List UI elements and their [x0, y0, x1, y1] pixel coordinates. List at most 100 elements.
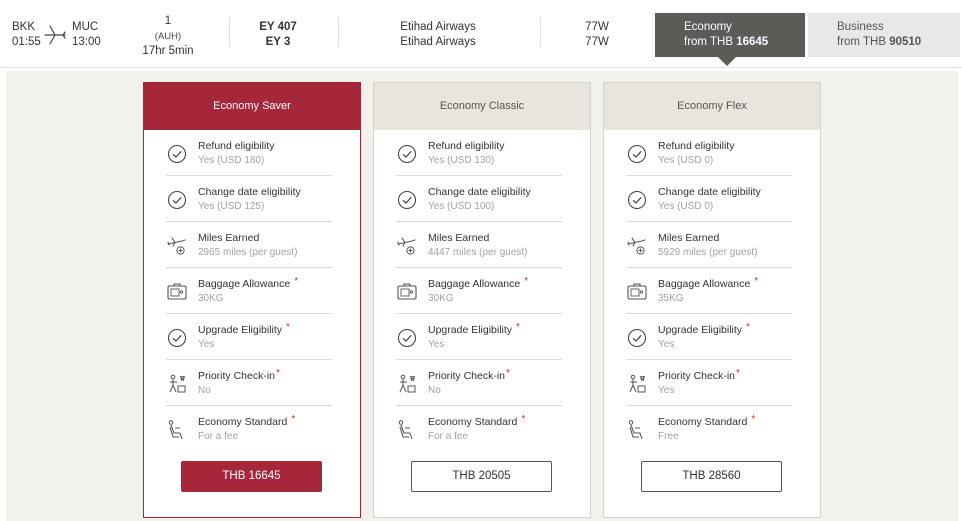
- feature-title-text: Miles Earned: [658, 232, 720, 244]
- feature-value: No: [198, 385, 211, 396]
- fare-features: Refund eligibility Yes (USD 180) Change da…: [144, 130, 360, 452]
- feature-value: 5929 miles (per guest): [658, 247, 758, 258]
- required-asterisk: *: [286, 322, 290, 333]
- feature-value: Yes (USD 0): [658, 155, 714, 166]
- feature-title: Baggage Allowance *: [658, 276, 759, 290]
- feature-value: Yes: [658, 339, 675, 350]
- required-asterisk: *: [506, 368, 510, 379]
- feature-title-text: Upgrade Eligibility: [658, 324, 743, 336]
- feature-title-text: Priority Check-in: [428, 370, 506, 382]
- feature-title: Change date eligibility: [428, 186, 531, 198]
- feature-title-text: Refund eligibility: [658, 140, 735, 152]
- required-asterisk: *: [521, 414, 526, 425]
- check-circle-icon: [626, 143, 648, 165]
- feature-title: Refund eligibility: [198, 140, 274, 152]
- feature-title: Miles Earned: [428, 232, 489, 244]
- flight-numbers: EY 407 EY 3: [240, 20, 316, 50]
- plane-icon: [44, 25, 66, 45]
- flight-number: EY 3: [265, 36, 291, 48]
- cabin-price: 16645: [736, 36, 769, 48]
- check-circle-icon: [396, 143, 418, 165]
- fare-feature-row: Refund eligibility Yes (USD 0): [626, 130, 792, 176]
- feature-title: Upgrade Eligibility *: [198, 322, 290, 336]
- feature-title-text: Economy Standard: [428, 416, 518, 428]
- feature-title: Economy Standard *: [658, 414, 756, 428]
- feature-title-text: Miles Earned: [198, 232, 260, 244]
- fare-feature-row: Economy Standard * Free: [626, 406, 792, 452]
- origin: BKK 01:55: [12, 20, 41, 50]
- baggage-icon: [626, 281, 648, 303]
- select-fare-button[interactable]: THB 16645: [181, 461, 322, 492]
- required-asterisk: *: [524, 276, 529, 287]
- fare-feature-row: Miles Earned 4447 miles (per guest): [396, 222, 562, 268]
- required-asterisk: *: [754, 276, 759, 287]
- cabin-from-price: from THB 16645: [684, 35, 805, 50]
- fare-card-title: Economy Flex: [604, 83, 820, 130]
- cabin-tab-economy[interactable]: Economy from THB 16645: [655, 13, 805, 66]
- fare-feature-row: Change date eligibility Yes (USD 125): [166, 176, 332, 222]
- feature-title: Upgrade Eligibility *: [658, 322, 750, 336]
- airlines: Etihad Airways Etihad Airways: [363, 20, 513, 50]
- fare-feature-row: Priority Check-in* No: [166, 360, 332, 406]
- fare-card[interactable]: Economy Classic Refund eligibility Yes (US…: [373, 82, 591, 518]
- required-asterisk: *: [751, 414, 756, 425]
- feature-value: No: [428, 385, 441, 396]
- fare-feature-row: Refund eligibility Yes (USD 130): [396, 130, 562, 176]
- cabin-name: Business: [837, 21, 884, 33]
- fare-feature-row: Priority Check-in* Yes: [626, 360, 792, 406]
- feature-title: Priority Check-in*: [658, 368, 740, 382]
- fare-features: Refund eligibility Yes (USD 0) Change date…: [604, 130, 820, 452]
- feature-value: 35KG: [658, 293, 684, 304]
- check-circle-icon: [166, 327, 188, 349]
- fare-card-title: Economy Classic: [374, 83, 590, 130]
- feature-title-text: Upgrade Eligibility: [198, 324, 283, 336]
- priority-checkin-icon: [396, 373, 418, 395]
- feature-value: Free: [658, 431, 679, 442]
- feature-title: Miles Earned: [658, 232, 719, 244]
- feature-title-text: Upgrade Eligibility: [428, 324, 513, 336]
- stops-count: 1: [164, 15, 172, 27]
- select-fare-button[interactable]: THB 20505: [411, 461, 552, 492]
- flight-summary-row: BKK 01:55 MUC 13:00 1 (AUH) 17hr 5min EY…: [0, 0, 962, 68]
- feature-title-text: Refund eligibility: [198, 140, 275, 152]
- fare-card[interactable]: Economy Saver Refund eligibility Yes (USD …: [143, 82, 361, 518]
- fare-card[interactable]: Economy Flex Refund eligibility Yes (USD 0…: [603, 82, 821, 518]
- feature-title-text: Baggage Allowance: [428, 278, 521, 290]
- check-circle-icon: [626, 189, 648, 211]
- fare-feature-row: Change date eligibility Yes (USD 100): [396, 176, 562, 222]
- priority-checkin-icon: [166, 373, 188, 395]
- fare-feature-row: Miles Earned 2965 miles (per guest): [166, 222, 332, 268]
- dest-code: MUC: [72, 21, 99, 33]
- fare-feature-row: Upgrade Eligibility * Yes: [626, 314, 792, 360]
- feature-title: Change date eligibility: [658, 186, 761, 198]
- feature-title-text: Economy Standard: [658, 416, 748, 428]
- aircraft-type: 77W: [585, 36, 609, 48]
- fare-feature-row: Baggage Allowance * 30KG: [166, 268, 332, 314]
- feature-title: Priority Check-in*: [198, 368, 280, 382]
- feature-value: Yes (USD 100): [428, 201, 495, 212]
- feature-value: Yes (USD 180): [198, 155, 265, 166]
- fare-features: Refund eligibility Yes (USD 130) Change da…: [374, 130, 590, 452]
- feature-title-text: Change date eligibility: [198, 186, 301, 198]
- seat-icon: [396, 419, 418, 441]
- priority-checkin-icon: [626, 373, 648, 395]
- feature-value: 4447 miles (per guest): [428, 247, 528, 258]
- select-fare-button[interactable]: THB 28560: [641, 461, 782, 492]
- duration: 17hr 5min: [142, 45, 194, 57]
- miles-plane-icon: [166, 235, 188, 257]
- cabin-price: 90510: [889, 36, 922, 48]
- feature-title: Upgrade Eligibility *: [428, 322, 520, 336]
- stops: 1 (AUH) 17hr 5min: [137, 14, 199, 59]
- cabin-tab-business[interactable]: Business from THB 90510: [808, 13, 960, 57]
- feature-title-text: Change date eligibility: [658, 186, 761, 198]
- feature-value: 30KG: [198, 293, 224, 304]
- cabin-from-prefix: from THB: [837, 36, 886, 48]
- feature-title-text: Baggage Allowance: [658, 278, 751, 290]
- feature-value: 2965 miles (per guest): [198, 247, 298, 258]
- required-asterisk: *: [294, 276, 299, 287]
- fare-feature-row: Baggage Allowance * 35KG: [626, 268, 792, 314]
- fare-feature-row: Priority Check-in* No: [396, 360, 562, 406]
- divider: [540, 17, 541, 47]
- miles-plane-icon: [626, 235, 648, 257]
- feature-title-text: Change date eligibility: [428, 186, 531, 198]
